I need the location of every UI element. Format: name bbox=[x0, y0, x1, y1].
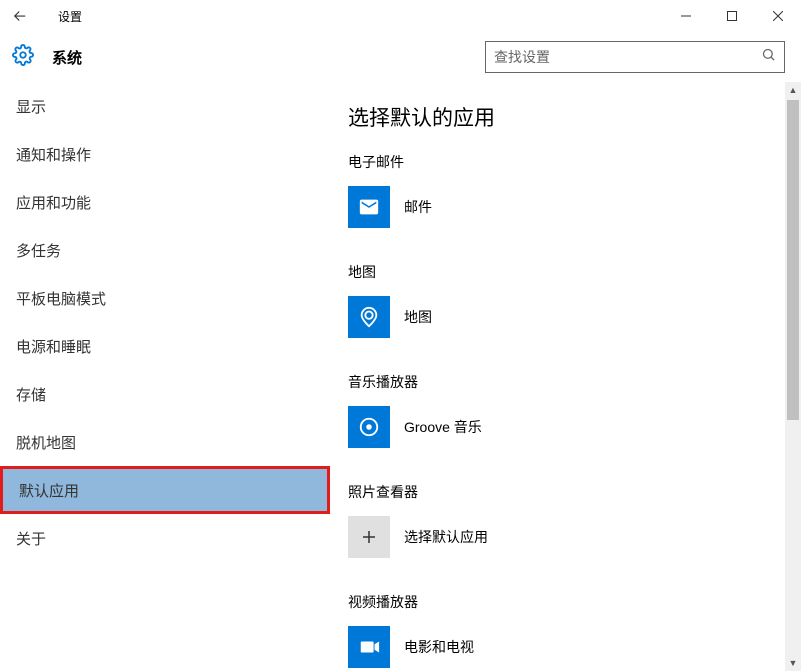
sidebar-item-label: 关于 bbox=[16, 528, 46, 549]
video-icon bbox=[348, 626, 390, 668]
section-label-photos: 照片查看器 bbox=[348, 482, 801, 502]
scrollbar[interactable]: ▲ ▼ bbox=[785, 82, 801, 671]
section-label-music: 音乐播放器 bbox=[348, 372, 801, 392]
search-placeholder: 查找设置 bbox=[494, 47, 550, 67]
window-title: 设置 bbox=[58, 8, 82, 25]
default-app-music[interactable]: Groove 音乐 bbox=[348, 406, 801, 448]
sidebar-item-tablet[interactable]: 平板电脑模式 bbox=[0, 274, 330, 322]
default-app-maps[interactable]: 地图 bbox=[348, 296, 801, 338]
sidebar-item-offline-maps[interactable]: 脱机地图 bbox=[0, 418, 330, 466]
close-icon bbox=[773, 11, 783, 21]
sidebar-item-storage[interactable]: 存储 bbox=[0, 370, 330, 418]
sidebar-item-multitask[interactable]: 多任务 bbox=[0, 226, 330, 274]
mail-icon bbox=[348, 186, 390, 228]
maps-icon bbox=[348, 296, 390, 338]
maximize-button[interactable] bbox=[709, 0, 755, 32]
maximize-icon bbox=[727, 11, 737, 21]
sidebar-item-label: 平板电脑模式 bbox=[16, 288, 106, 309]
window-controls bbox=[663, 0, 801, 32]
sidebar-item-notifications[interactable]: 通知和操作 bbox=[0, 130, 330, 178]
header-left: 系统 bbox=[12, 44, 82, 71]
arrow-left-icon bbox=[11, 7, 29, 25]
titlebar: 设置 bbox=[0, 0, 801, 32]
default-app-video[interactable]: 电影和电视 bbox=[348, 626, 801, 668]
sidebar-item-label: 多任务 bbox=[16, 240, 61, 261]
default-app-email[interactable]: 邮件 bbox=[348, 186, 801, 228]
scrollbar-thumb[interactable] bbox=[787, 100, 799, 420]
minimize-button[interactable] bbox=[663, 0, 709, 32]
default-app-photos[interactable]: 选择默认应用 bbox=[348, 516, 801, 558]
section-label-maps: 地图 bbox=[348, 262, 801, 282]
section-label-email: 电子邮件 bbox=[348, 152, 801, 172]
back-button[interactable] bbox=[0, 0, 40, 32]
sidebar-item-apps-features[interactable]: 应用和功能 bbox=[0, 178, 330, 226]
sidebar-item-label: 电源和睡眠 bbox=[16, 336, 91, 357]
music-icon bbox=[348, 406, 390, 448]
search-icon bbox=[761, 47, 776, 67]
sidebar: 显示 通知和操作 应用和功能 多任务 平板电脑模式 电源和睡眠 存储 脱机地图 … bbox=[0, 82, 330, 671]
plus-icon bbox=[348, 516, 390, 558]
sidebar-item-about[interactable]: 关于 bbox=[0, 514, 330, 562]
close-button[interactable] bbox=[755, 0, 801, 32]
sidebar-item-label: 默认应用 bbox=[19, 480, 79, 501]
app-name-label: Groove 音乐 bbox=[404, 417, 482, 437]
titlebar-left: 设置 bbox=[0, 0, 82, 32]
sidebar-item-label: 脱机地图 bbox=[16, 432, 76, 453]
sidebar-item-label: 存储 bbox=[16, 384, 46, 405]
page-title: 系统 bbox=[52, 47, 82, 68]
search-input[interactable]: 查找设置 bbox=[485, 41, 785, 73]
app-name-label: 选择默认应用 bbox=[404, 527, 488, 547]
app-name-label: 电影和电视 bbox=[404, 637, 474, 657]
sidebar-item-label: 应用和功能 bbox=[16, 192, 91, 213]
gear-icon bbox=[12, 44, 34, 71]
sidebar-item-label: 通知和操作 bbox=[16, 144, 91, 165]
content-area: 显示 通知和操作 应用和功能 多任务 平板电脑模式 电源和睡眠 存储 脱机地图 … bbox=[0, 82, 801, 671]
scroll-up-arrow-icon[interactable]: ▲ bbox=[785, 82, 801, 98]
main-panel: 选择默认的应用 电子邮件 邮件 地图 地图 音乐播放器 Groove 音乐 照片… bbox=[330, 82, 801, 671]
sidebar-item-default-apps[interactable]: 默认应用 bbox=[0, 466, 330, 514]
sidebar-item-label: 显示 bbox=[16, 96, 46, 117]
header: 系统 查找设置 bbox=[0, 32, 801, 82]
section-label-video: 视频播放器 bbox=[348, 592, 801, 612]
sidebar-item-power[interactable]: 电源和睡眠 bbox=[0, 322, 330, 370]
scroll-down-arrow-icon[interactable]: ▼ bbox=[785, 655, 801, 671]
sidebar-item-display[interactable]: 显示 bbox=[0, 82, 330, 130]
minimize-icon bbox=[681, 11, 691, 21]
app-name-label: 地图 bbox=[404, 307, 432, 327]
app-name-label: 邮件 bbox=[404, 197, 432, 217]
main-heading: 选择默认的应用 bbox=[348, 102, 801, 132]
